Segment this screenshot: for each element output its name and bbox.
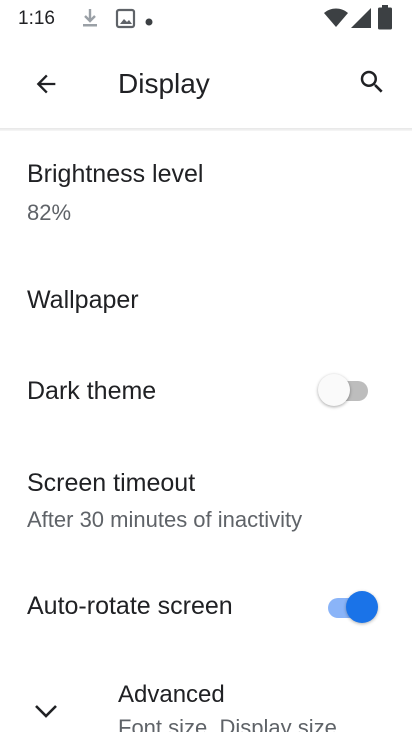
dark-theme-title: Dark theme: [27, 377, 157, 405]
chevron-down-icon[interactable]: [28, 696, 64, 726]
advanced-subtitle: Font size, Display size, ...: [118, 715, 368, 732]
arrow-back-icon: [32, 70, 60, 103]
brightness-level-item[interactable]: Brightness level 82%: [0, 150, 412, 240]
dark-theme-item[interactable]: Dark theme: [0, 355, 412, 430]
download-icon: [80, 6, 100, 35]
wallpaper-title: Wallpaper: [27, 286, 139, 314]
gallery-icon: [114, 6, 138, 35]
screen-timeout-item[interactable]: Screen timeout After 30 minutes of inact…: [0, 455, 412, 550]
auto-rotate-item[interactable]: Auto-rotate screen: [0, 570, 412, 645]
search-icon: [357, 67, 387, 102]
brightness-level-value: 82%: [27, 200, 72, 225]
switch-thumb: [318, 374, 350, 406]
auto-rotate-title: Auto-rotate screen: [27, 592, 233, 620]
wifi-icon: [324, 8, 348, 33]
battery-icon: [378, 5, 392, 35]
advanced-title: Advanced: [118, 681, 225, 708]
search-button[interactable]: [348, 60, 396, 108]
dark-theme-switch[interactable]: [318, 372, 374, 408]
status-time: 1:16: [18, 8, 55, 29]
page-title: Display: [118, 68, 210, 99]
screen-timeout-title: Screen timeout: [27, 469, 196, 497]
switch-thumb: [346, 591, 378, 623]
app-bar: Display: [0, 40, 412, 130]
wallpaper-item[interactable]: Wallpaper: [0, 268, 412, 338]
back-button[interactable]: [22, 62, 70, 110]
screen-timeout-subtitle: After 30 minutes of inactivity: [27, 507, 303, 532]
signal-icon: [350, 7, 372, 34]
app-bar-divider: [0, 128, 412, 131]
auto-rotate-switch[interactable]: [324, 589, 380, 625]
brightness-level-title: Brightness level: [27, 160, 204, 188]
status-bar: 1:16: [0, 0, 412, 40]
dot-icon: [144, 14, 154, 32]
